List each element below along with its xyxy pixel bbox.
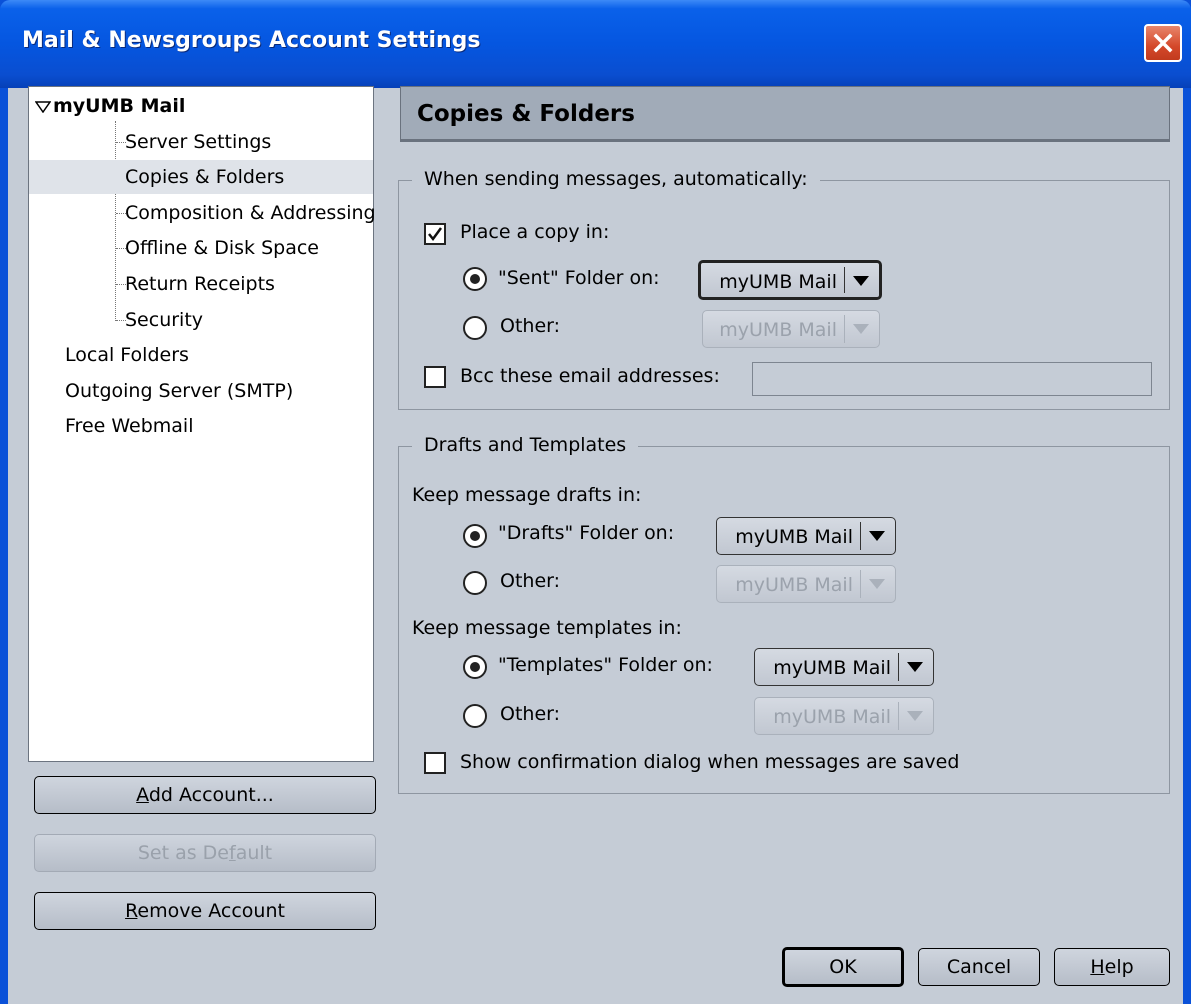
account-tree[interactable]: myUMB Mail Server Settings Copies & Fold…	[28, 86, 376, 762]
expanded-triangle-icon	[35, 100, 51, 113]
dropdown-arrow-icon	[869, 579, 885, 589]
tree-item-label: Composition & Addressing	[125, 202, 376, 224]
drafts-heading: Keep message drafts in:	[412, 484, 642, 506]
button-label: dd Account...	[148, 784, 274, 806]
menu-divider	[844, 315, 845, 343]
tree-item-label: Free Webmail	[65, 415, 194, 437]
button-label-accesskey: H	[1090, 956, 1105, 978]
tree-item-label: Server Settings	[125, 131, 272, 153]
button-label: elp	[1104, 956, 1134, 978]
button-label-accesskey: R	[125, 900, 138, 922]
remove-account-button[interactable]: Remove Account	[34, 892, 376, 930]
add-account-button[interactable]: Add Account...	[34, 776, 376, 814]
tree-item-local-folders[interactable]: Local Folders	[65, 338, 189, 372]
sent-other-radio[interactable]	[463, 316, 487, 340]
menu-divider	[860, 522, 861, 550]
templates-folder-menu[interactable]: myUMB Mail	[754, 648, 934, 686]
bcc-input[interactable]	[752, 362, 1152, 396]
tree-item-label: Security	[125, 309, 204, 331]
close-button[interactable]	[1144, 24, 1182, 62]
tree-item-label: Offline & Disk Space	[125, 237, 319, 259]
tree-item-label: myUMB Mail	[53, 95, 186, 117]
drafts-other-radio[interactable]	[463, 571, 487, 595]
tree-item-security[interactable]: Security	[125, 303, 203, 337]
button-label: emove Account	[137, 900, 285, 922]
place-copy-checkbox[interactable]	[424, 223, 446, 245]
sent-folder-radio[interactable]	[463, 267, 487, 291]
tree-item-myumb-mail[interactable]: myUMB Mail	[35, 89, 185, 123]
sent-other-label: Other:	[500, 315, 561, 337]
button-label: Set as De	[137, 842, 229, 864]
tree-item-free-webmail[interactable]: Free Webmail	[65, 409, 194, 443]
confirm-dialog-label: Show confirmation dialog when messages a…	[460, 751, 960, 773]
button-label-accesskey: A	[136, 784, 149, 806]
sent-folder-menu[interactable]: myUMB Mail	[698, 260, 882, 300]
drafts-other-menu[interactable]: myUMB Mail	[716, 565, 896, 603]
templates-other-label: Other:	[500, 703, 561, 725]
templates-folder-radio[interactable]	[463, 655, 487, 679]
dropdown-arrow-icon	[853, 324, 869, 334]
drafts-legend: Drafts and Templates	[412, 434, 639, 456]
tree-item-composition-addressing[interactable]: Composition & Addressing	[125, 196, 376, 230]
dropdown-arrow-icon	[869, 531, 885, 541]
tree-item-outgoing-server[interactable]: Outgoing Server (SMTP)	[65, 374, 293, 408]
set-as-default-button[interactable]: Set as Default	[34, 834, 376, 872]
menu-value: myUMB Mail	[719, 271, 837, 293]
templates-other-menu[interactable]: myUMB Mail	[754, 697, 934, 735]
tree-item-copies-folders[interactable]: Copies & Folders	[29, 160, 373, 194]
templates-heading: Keep message templates in:	[412, 617, 682, 639]
place-copy-label: Place a copy in:	[460, 221, 610, 243]
menu-divider	[844, 267, 845, 293]
radio-selected-dot	[470, 531, 480, 541]
radio-selected-dot	[470, 662, 480, 672]
confirm-dialog-checkbox[interactable]	[424, 752, 446, 774]
dropdown-arrow-icon	[853, 276, 869, 286]
cancel-button[interactable]: Cancel	[918, 948, 1040, 986]
radio-selected-dot	[470, 274, 480, 284]
tree-item-offline-disk-space[interactable]: Offline & Disk Space	[125, 231, 319, 265]
button-label: Cancel	[946, 956, 1012, 978]
templates-other-radio[interactable]	[463, 704, 487, 728]
tree-item-label: Copies & Folders	[125, 166, 285, 188]
button-label-accesskey: f	[229, 842, 236, 864]
sent-other-menu[interactable]: myUMB Mail	[702, 310, 880, 348]
menu-divider	[860, 570, 861, 598]
menu-value: myUMB Mail	[735, 526, 853, 548]
tree-item-label: Outgoing Server (SMTP)	[65, 380, 294, 402]
menu-value: myUMB Mail	[773, 657, 891, 679]
window-title: Mail & Newsgroups Account Settings	[22, 28, 481, 53]
dropdown-arrow-icon	[907, 711, 923, 721]
close-icon	[1153, 33, 1173, 53]
title-bar[interactable]: Mail & Newsgroups Account Settings	[0, 0, 1191, 88]
panel-header: Copies & Folders	[400, 86, 1170, 142]
button-label: OK	[829, 956, 857, 978]
button-label: ault	[235, 842, 273, 864]
drafts-folder-label: "Drafts" Folder on:	[498, 522, 675, 544]
ok-button[interactable]: OK	[782, 947, 904, 987]
menu-divider	[898, 653, 899, 681]
drafts-folder-radio[interactable]	[463, 524, 487, 548]
sending-legend: When sending messages, automatically:	[412, 168, 820, 190]
tree-item-label: Return Receipts	[125, 273, 275, 295]
dropdown-arrow-icon	[907, 662, 923, 672]
tree-item-return-receipts[interactable]: Return Receipts	[125, 267, 275, 301]
tree-connector	[115, 121, 116, 321]
help-button[interactable]: Help	[1054, 948, 1170, 986]
drafts-folder-menu[interactable]: myUMB Mail	[716, 517, 896, 555]
tree-item-server-settings[interactable]: Server Settings	[125, 125, 271, 159]
menu-value: myUMB Mail	[719, 319, 837, 341]
sent-folder-label: "Sent" Folder on:	[498, 267, 660, 289]
bcc-checkbox[interactable]	[424, 366, 446, 388]
drafts-other-label: Other:	[500, 570, 561, 592]
menu-value: myUMB Mail	[735, 574, 853, 596]
menu-divider	[898, 702, 899, 730]
bcc-label: Bcc these email addresses:	[460, 365, 720, 387]
templates-folder-label: "Templates" Folder on:	[498, 654, 713, 676]
menu-value: myUMB Mail	[773, 706, 891, 728]
checkmark-icon	[428, 227, 443, 242]
page-title: Copies & Folders	[417, 101, 635, 127]
tree-item-label: Local Folders	[65, 344, 189, 366]
